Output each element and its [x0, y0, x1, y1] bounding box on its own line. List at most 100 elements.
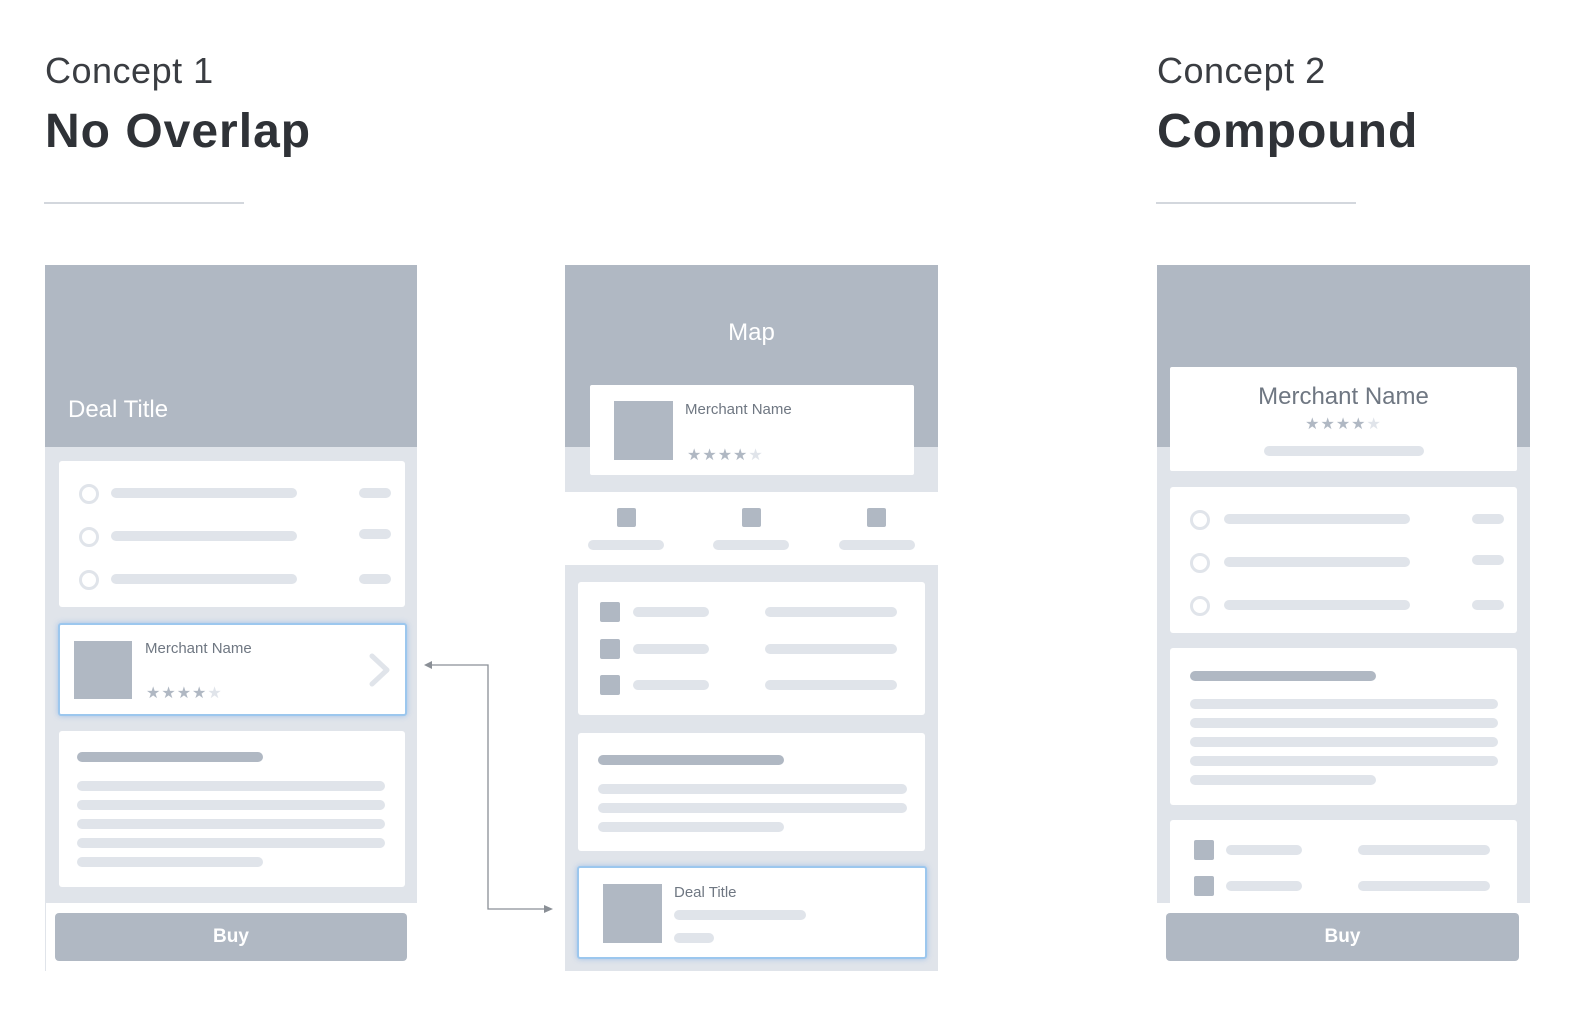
option-text — [1224, 514, 1410, 524]
star-rating: ★★★★★ — [146, 683, 223, 702]
option-text — [111, 488, 297, 498]
star-icon: ★ — [748, 445, 764, 464]
radio-icon[interactable] — [79, 484, 99, 504]
concept-2-divider — [1156, 202, 1356, 204]
option-price — [359, 574, 391, 584]
option-price — [1472, 514, 1504, 524]
radio-icon[interactable] — [79, 570, 99, 590]
merchant-thumbnail — [614, 401, 673, 460]
description-line — [598, 784, 907, 794]
option-price — [359, 488, 391, 498]
phone-no-overlap: Deal Title Merchant Name ★★★★★ — [45, 265, 417, 903]
star-rating: ★★★★★ — [687, 445, 764, 464]
info-value — [765, 607, 897, 617]
action-row — [565, 492, 938, 565]
star-icon: ★★★★ — [1305, 414, 1367, 433]
option-price — [359, 529, 391, 539]
radio-icon[interactable] — [79, 527, 99, 547]
star-icon: ★ — [207, 683, 223, 702]
concept-2-title: Compound — [1157, 105, 1419, 158]
info-icon — [1194, 876, 1214, 896]
concept-1-divider — [44, 202, 244, 204]
buy-button[interactable]: Buy — [1166, 913, 1519, 961]
description-line — [1190, 756, 1498, 766]
deal-title: Deal Title — [68, 396, 169, 423]
option-price — [1472, 555, 1504, 565]
action-icon[interactable] — [742, 508, 761, 527]
info-label — [633, 644, 709, 654]
merchant-thumbnail — [74, 641, 132, 699]
action-label — [713, 540, 789, 550]
info-icon — [600, 675, 620, 695]
description-line — [77, 800, 385, 810]
description-heading — [77, 752, 263, 762]
description-heading — [1190, 671, 1376, 681]
info-value — [765, 680, 897, 690]
option-text — [111, 531, 297, 541]
description-card — [59, 731, 405, 887]
map-label: Map — [728, 319, 775, 346]
info-value — [1358, 881, 1490, 891]
deal-subtitle — [674, 910, 806, 920]
radio-icon[interactable] — [1190, 510, 1210, 530]
action-icon[interactable] — [617, 508, 636, 527]
option-price — [1472, 600, 1504, 610]
deal-thumbnail — [603, 884, 662, 943]
info-label — [1226, 881, 1302, 891]
description-line — [77, 838, 385, 848]
description-card — [578, 733, 925, 851]
info-label — [633, 680, 709, 690]
option-text — [1224, 600, 1410, 610]
concept-1-label: Concept 1 — [45, 50, 214, 91]
deal-title: Deal Title — [674, 884, 737, 901]
description-line — [598, 822, 784, 832]
merchant-card: Merchant Name ★★★★★ — [590, 385, 914, 475]
action-label — [839, 540, 915, 550]
merchant-name: Merchant Name — [1258, 383, 1429, 410]
description-line — [77, 857, 263, 867]
info-icon — [600, 639, 620, 659]
radio-icon[interactable] — [1190, 553, 1210, 573]
buy-button[interactable]: Buy — [55, 913, 407, 961]
info-card — [1170, 820, 1517, 903]
action-label — [588, 540, 664, 550]
info-value — [765, 644, 897, 654]
star-icon: ★★★★ — [146, 683, 208, 702]
description-card — [1170, 648, 1517, 805]
option-text — [111, 574, 297, 584]
info-label — [1226, 845, 1302, 855]
phone-compound: Merchant Name ★★★★★ — [1157, 265, 1530, 903]
description-line — [598, 803, 907, 813]
chevron-right-icon — [369, 653, 390, 687]
description-line — [1190, 775, 1376, 785]
deal-price — [674, 933, 714, 943]
merchant-name: Merchant Name — [685, 401, 792, 418]
description-line — [77, 819, 385, 829]
merchant-card[interactable]: Merchant Name ★★★★★ — [58, 623, 407, 716]
description-line — [1190, 737, 1498, 747]
deal-card[interactable]: Deal Title — [577, 866, 927, 959]
radio-icon[interactable] — [1190, 596, 1210, 616]
phone-merchant-page: Map Merchant Name ★★★★★ Deal Title — [565, 265, 938, 971]
description-line — [77, 781, 385, 791]
info-icon — [1194, 840, 1214, 860]
info-icon — [600, 602, 620, 622]
options-card — [1170, 487, 1517, 633]
merchant-card: Merchant Name ★★★★★ — [1170, 367, 1517, 471]
star-icon: ★ — [1366, 414, 1382, 433]
description-line — [1190, 699, 1498, 709]
deal-hero-image: Deal Title — [45, 265, 417, 447]
info-label — [633, 607, 709, 617]
description-line — [1190, 718, 1498, 728]
action-icon[interactable] — [867, 508, 886, 527]
info-card — [578, 582, 925, 715]
star-rating: ★★★★★ — [1170, 414, 1517, 433]
description-heading — [598, 755, 784, 765]
concept-2-label: Concept 2 — [1157, 50, 1326, 91]
concept-1-title: No Overlap — [45, 105, 312, 158]
merchant-subtitle — [1264, 446, 1424, 456]
options-card — [59, 461, 405, 607]
option-text — [1224, 557, 1410, 567]
merchant-name: Merchant Name — [145, 640, 252, 657]
star-icon: ★★★★ — [687, 445, 749, 464]
